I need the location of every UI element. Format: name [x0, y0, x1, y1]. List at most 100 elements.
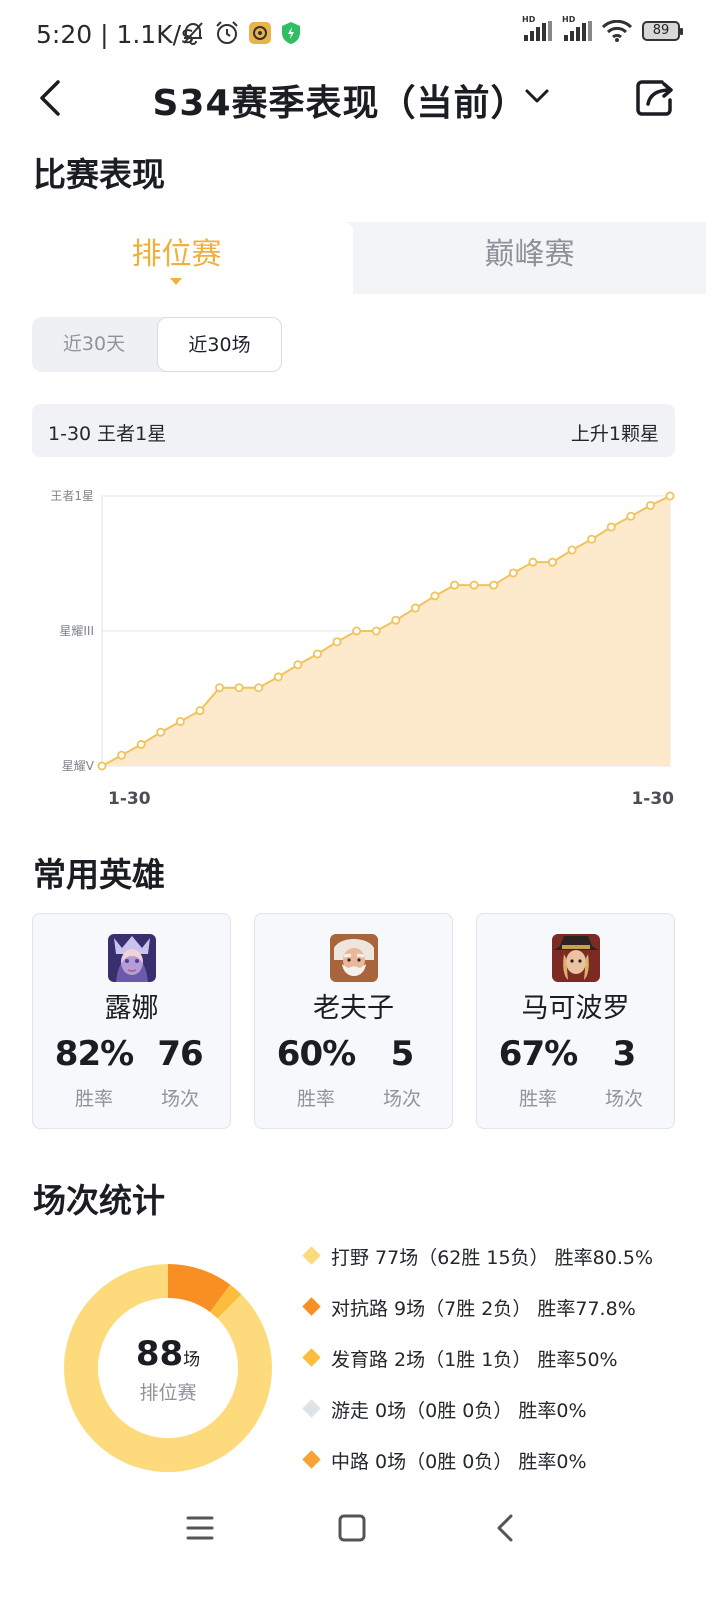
win-rate-label: 胜率 [518, 1088, 557, 1110]
y-tick-label: 星耀III [59, 624, 94, 638]
wifi-icon [602, 20, 632, 42]
data-point [117, 750, 127, 760]
range-30-days-button[interactable]: 近30天 [32, 317, 156, 372]
data-point [645, 500, 655, 510]
status-system-icons: HD HD 89 [522, 15, 683, 42]
data-point [273, 672, 283, 682]
rank-current: 1-30 王者1星 [48, 423, 167, 445]
position-donut-chart: 88场 排位赛 [62, 1262, 274, 1474]
section-title-performance: 比赛表现 [33, 155, 165, 194]
x-tick-label: 1-30 [631, 789, 674, 809]
bell-off-icon [183, 22, 203, 45]
games-label: 场次 [382, 1088, 421, 1110]
data-point [391, 615, 401, 625]
data-point [215, 683, 225, 693]
range-30-games-button[interactable]: 近30场 [157, 317, 282, 372]
hero-name: 老夫子 [313, 993, 394, 1024]
rank-summary-bar: 1-30 王者1星 上升1颗星 [32, 404, 675, 457]
donut-total-unit: 场 [183, 1350, 201, 1370]
data-point [371, 626, 381, 636]
chevron-down-icon[interactable] [522, 84, 552, 108]
back-icon[interactable] [484, 1508, 528, 1548]
status-notification-icons [180, 20, 302, 46]
data-point [508, 568, 518, 578]
data-point [528, 557, 538, 567]
menu-icon[interactable] [178, 1508, 222, 1548]
rank-change: 上升1颗星 [570, 423, 659, 445]
range-toggle: 近30天 近30场 [32, 317, 282, 372]
data-point [293, 660, 303, 670]
hero-name: 露娜 [104, 993, 159, 1024]
data-point [136, 739, 146, 749]
status-bar: 5:20 | 1.1K/s HD HD 89 [0, 0, 720, 70]
marco-polo-portrait-icon [552, 934, 600, 982]
data-point [587, 534, 597, 544]
data-point [430, 591, 440, 601]
win-rate-label: 胜率 [296, 1088, 335, 1110]
games-label: 场次 [604, 1088, 643, 1110]
legend-diamond-icon [302, 1399, 321, 1418]
data-point [156, 727, 166, 737]
x-tick-label: 1-30 [108, 789, 151, 809]
data-point [547, 557, 557, 567]
hero-games: 3 [612, 1034, 637, 1074]
rank-trend-chart: 星耀V 星耀III 王者1星 1-30 1-30 [50, 489, 675, 809]
shield-icon [282, 22, 300, 44]
legend-item: 发育路 2场（1胜 1负） 胜率50% [300, 1340, 710, 1374]
luna-portrait-icon [108, 934, 156, 982]
data-point [665, 491, 675, 501]
old-master-portrait-icon [330, 934, 378, 982]
donut-total-number: 88 [135, 1334, 184, 1374]
hero-list: 露娜 82% 76 胜率 场次 老夫子 60% 5 胜率 场次 马可波罗 67%… [32, 913, 675, 1129]
donut-total-label: 排位赛 [139, 1382, 197, 1404]
hero-win-rate: 82% [54, 1034, 134, 1074]
data-point [97, 761, 107, 771]
data-point [332, 637, 342, 647]
data-point [254, 683, 264, 693]
system-nav-bar [0, 1490, 720, 1570]
hero-name: 马可波罗 [521, 993, 630, 1024]
legend-item: 游走 0场（0胜 0负） 胜率0% [300, 1391, 710, 1425]
legend-diamond-icon [302, 1297, 321, 1316]
top-bar: S34赛季表现（当前） [0, 70, 720, 126]
signal-icon: HD [562, 15, 592, 41]
donut-total: 88场 [62, 1334, 274, 1374]
data-point [175, 716, 185, 726]
games-label: 场次 [160, 1088, 199, 1110]
legend-label: 打野 77场（62胜 15负） 胜率80.5% [331, 1247, 654, 1269]
hero-win-rate: 67% [498, 1034, 578, 1074]
data-point [312, 649, 322, 659]
legend-diamond-icon [302, 1246, 321, 1265]
legend-label: 游走 0场（0胜 0负） 胜率0% [331, 1400, 587, 1422]
data-point [234, 683, 244, 693]
status-time: 5:20 | 1.1K/s [36, 20, 195, 49]
app-notification-icon [249, 22, 271, 44]
legend-item: 对抗路 9场（7胜 2负） 胜率77.8% [300, 1289, 710, 1323]
battery-icon: 89 [642, 21, 683, 41]
data-point [567, 545, 577, 555]
section-title-heroes: 常用英雄 [33, 855, 165, 894]
data-point [195, 706, 205, 716]
hero-games: 5 [390, 1034, 415, 1074]
hero-games: 76 [157, 1034, 203, 1074]
legend-label: 对抗路 9场（7胜 2负） 胜率77.8% [331, 1298, 636, 1320]
hero-card[interactable]: 马可波罗 67% 3 胜率 场次 [476, 913, 675, 1129]
data-point [469, 580, 479, 590]
hero-card[interactable]: 露娜 82% 76 胜率 场次 [32, 913, 231, 1129]
legend-label: 发育路 2场（1胜 1负） 胜率50% [331, 1349, 618, 1371]
page-title[interactable]: S34赛季表现（当前） [0, 74, 720, 126]
data-point [410, 603, 420, 613]
share-icon[interactable] [632, 76, 678, 120]
alarm-icon [216, 21, 238, 44]
data-point [352, 626, 362, 636]
tab-peak[interactable]: 巅峰赛 [353, 222, 706, 294]
data-point [606, 522, 616, 532]
y-tick-label: 星耀V [62, 759, 95, 773]
section-title-match-stats: 场次统计 [33, 1181, 165, 1220]
home-icon[interactable] [330, 1508, 374, 1548]
hero-card[interactable]: 老夫子 60% 5 胜率 场次 [254, 913, 453, 1129]
mode-tabs: 排位赛 巅峰赛 [0, 222, 706, 294]
data-point [489, 580, 499, 590]
win-rate-label: 胜率 [74, 1088, 113, 1110]
legend-item: 打野 77场（62胜 15负） 胜率80.5% [300, 1238, 710, 1272]
